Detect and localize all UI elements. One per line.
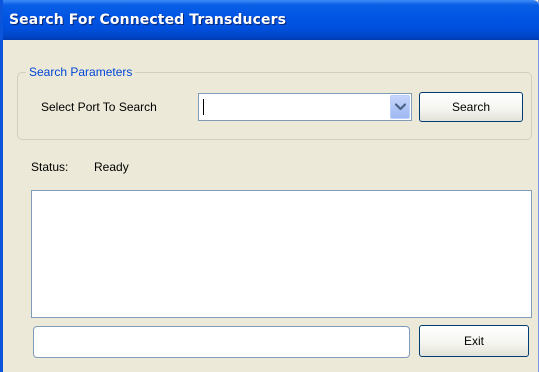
status-label: Status:	[31, 160, 69, 174]
dialog-window: Search For Connected Transducers Search …	[0, 0, 539, 372]
chevron-down-icon	[395, 103, 406, 111]
exit-button[interactable]: Exit	[419, 325, 529, 357]
port-dropdown-button[interactable]	[390, 95, 410, 119]
search-button[interactable]: Search	[419, 92, 523, 122]
port-label: Select Port To Search	[41, 100, 157, 114]
window-title: Search For Connected Transducers	[9, 12, 287, 28]
title-bar[interactable]: Search For Connected Transducers	[3, 0, 539, 40]
message-field[interactable]	[33, 326, 410, 358]
results-list[interactable]	[31, 190, 532, 318]
port-select[interactable]	[198, 93, 412, 121]
search-parameters-legend: Search Parameters	[26, 64, 136, 80]
status-value: Ready	[94, 160, 129, 174]
text-caret	[203, 99, 204, 115]
